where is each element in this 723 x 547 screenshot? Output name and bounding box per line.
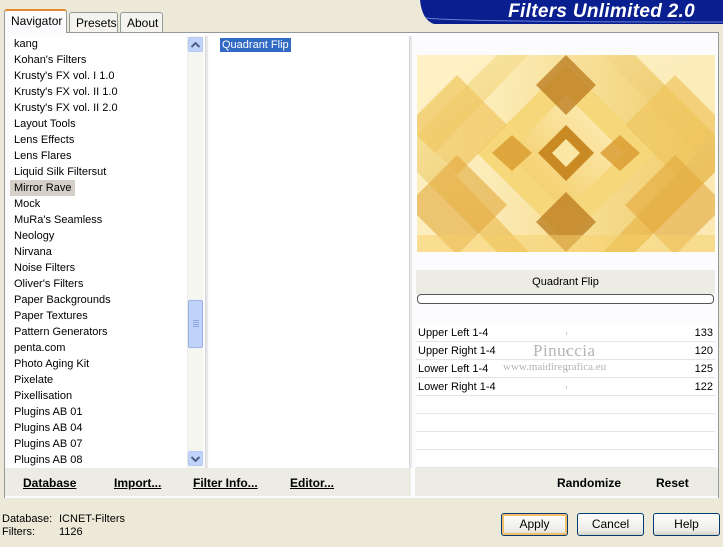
progress-bar [417, 294, 714, 304]
param-row-empty [416, 451, 715, 468]
scroll-down-button[interactable] [188, 451, 203, 466]
scroll-up-button[interactable] [188, 37, 203, 52]
category-list[interactable]: kang Kohan's Filters Krusty's FX vol. I 1.… [10, 36, 187, 468]
param-value[interactable]: 120 [695, 343, 713, 360]
category-item[interactable]: Photo Aging Kit [10, 356, 187, 372]
splitter[interactable] [409, 36, 412, 468]
category-item[interactable]: Plugins AB 07 [10, 436, 187, 452]
filter-info-button[interactable]: Filter Info... [193, 476, 258, 490]
category-item[interactable]: Mock [10, 196, 187, 212]
category-item[interactable]: Plugins AB 01 [10, 404, 187, 420]
category-item[interactable]: Noise Filters [10, 260, 187, 276]
editor-button[interactable]: Editor... [290, 476, 334, 490]
tab-navigator-label: Navigator [11, 14, 63, 28]
apply-button[interactable]: Apply [501, 513, 568, 536]
category-item[interactable]: Krusty's FX vol. II 1.0 [10, 84, 187, 100]
preview-caption: Quadrant Flip [416, 270, 715, 294]
database-label: Database: [2, 513, 53, 525]
category-item[interactable]: Plugins AB 08 [10, 452, 187, 468]
filters-label: Filters: [2, 526, 35, 538]
import-button[interactable]: Import... [114, 476, 161, 490]
watermark-name: Pinuccia [533, 341, 596, 360]
param-value[interactable]: 133 [695, 325, 713, 342]
filters-count: 1126 [59, 526, 83, 538]
chevron-down-icon [191, 455, 200, 462]
tab-about-label: About [127, 16, 159, 30]
splitter[interactable] [205, 36, 208, 468]
cancel-button[interactable]: Cancel [577, 513, 644, 536]
action-bar-divider [411, 468, 415, 496]
category-item[interactable]: Mirror Rave [10, 180, 187, 196]
category-item[interactable]: Liquid Silk Filtersut [10, 164, 187, 180]
filter-item-selected[interactable]: Quadrant Flip [220, 38, 291, 52]
category-item-selected[interactable]: Mirror Rave [10, 180, 76, 196]
slider-tick [566, 332, 567, 335]
database-value: ICNET-Filters [59, 513, 125, 525]
param-label: Lower Left 1-4 [418, 363, 489, 375]
param-value[interactable]: 125 [695, 361, 713, 378]
param-row-empty [416, 433, 715, 450]
param-row-empty [416, 397, 715, 414]
category-item[interactable]: Oliver's Filters [10, 276, 187, 292]
param-row[interactable]: Lower Right 1-4 122 [416, 379, 715, 396]
param-label: Upper Right 1-4 [418, 345, 496, 357]
category-item[interactable]: Krusty's FX vol. II 2.0 [10, 100, 187, 116]
title-banner: Filters Unlimited 2.0 [420, 0, 723, 24]
category-item[interactable]: Paper Backgrounds [10, 292, 187, 308]
category-item[interactable]: Paper Textures [10, 308, 187, 324]
category-item[interactable]: Pixellisation [10, 388, 187, 404]
filter-preview-image [417, 55, 715, 252]
category-item[interactable]: MuRa's Seamless [10, 212, 187, 228]
category-item[interactable]: Lens Flares [10, 148, 187, 164]
category-item[interactable]: Krusty's FX vol. I 1.0 [10, 68, 187, 84]
app-title: Filters Unlimited 2.0 [508, 1, 695, 22]
param-row[interactable]: Upper Left 1-4 133 [416, 325, 715, 342]
tab-navigator[interactable]: Navigator [4, 9, 67, 33]
tab-presets-label: Presets [76, 16, 117, 30]
category-item[interactable]: penta.com [10, 340, 187, 356]
tab-presets[interactable]: Presets [69, 12, 118, 32]
category-item[interactable]: Layout Tools [10, 116, 187, 132]
category-item[interactable]: Neology [10, 228, 187, 244]
category-item[interactable]: Pixelate [10, 372, 187, 388]
help-button[interactable]: Help [653, 513, 720, 536]
chevron-up-icon [191, 41, 200, 48]
tab-about[interactable]: About [120, 12, 163, 32]
category-item[interactable]: Nirvana [10, 244, 187, 260]
preview-graphic [417, 55, 715, 252]
param-label: Lower Right 1-4 [418, 381, 496, 393]
param-row-empty [416, 415, 715, 432]
database-button[interactable]: Database [23, 476, 76, 490]
scroll-thumb[interactable] [188, 300, 203, 348]
randomize-button[interactable]: Randomize [557, 476, 621, 490]
category-scrollbar[interactable] [187, 36, 203, 468]
param-label: Upper Left 1-4 [418, 327, 489, 339]
watermark-url: www.maidiregrafica.eu [503, 361, 607, 373]
category-item[interactable]: Lens Effects [10, 132, 187, 148]
category-item[interactable]: Pattern Generators [10, 324, 187, 340]
category-item[interactable]: kang [10, 36, 187, 52]
category-item[interactable]: Kohan's Filters [10, 52, 187, 68]
reset-button[interactable]: Reset [656, 476, 689, 490]
param-value[interactable]: 122 [695, 379, 713, 396]
slider-tick [566, 386, 567, 389]
filter-list[interactable]: Quadrant Flip [210, 36, 408, 468]
category-item[interactable]: Plugins AB 04 [10, 420, 187, 436]
